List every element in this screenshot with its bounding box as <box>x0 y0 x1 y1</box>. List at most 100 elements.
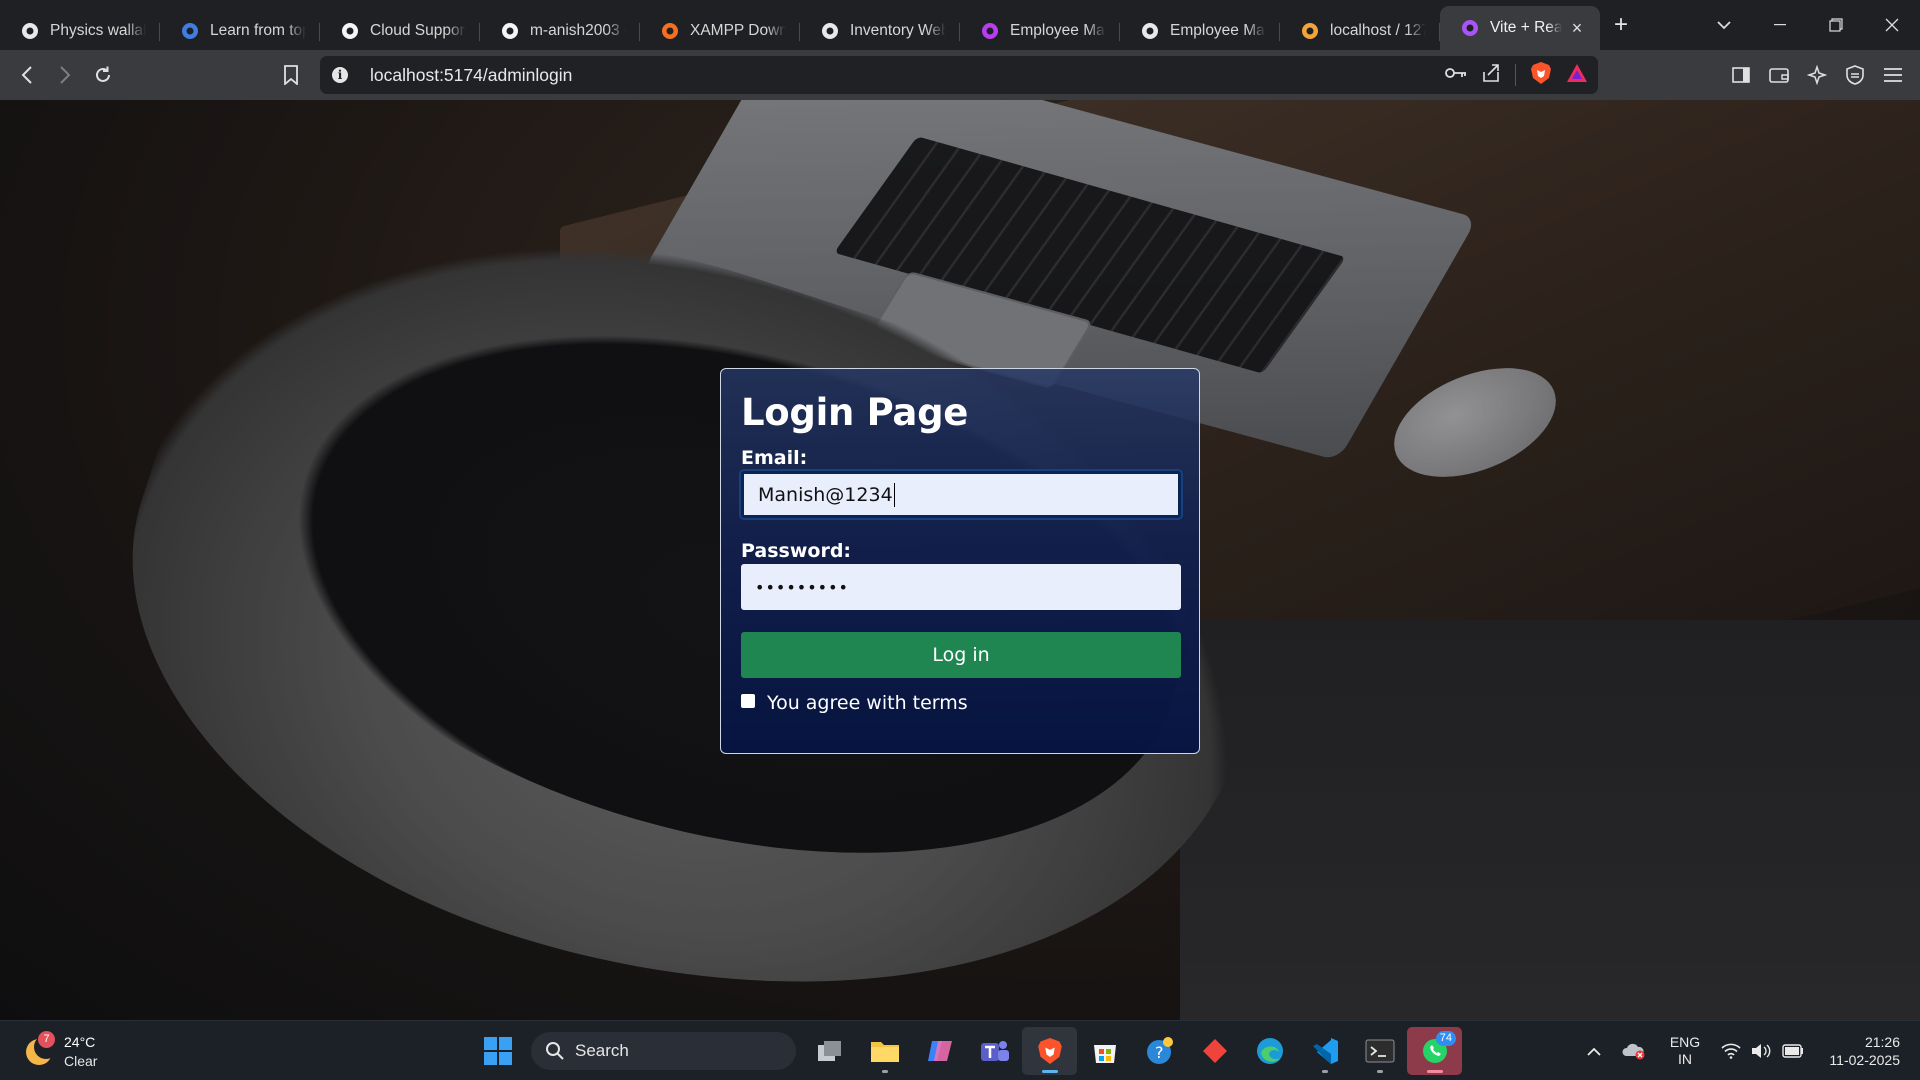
tab-title: Inventory Web <box>850 22 946 39</box>
wifi-icon[interactable] <box>1716 1021 1746 1080</box>
email-label: Email: <box>741 447 808 469</box>
login-button[interactable]: Log in <box>741 632 1181 678</box>
start-button[interactable] <box>470 1027 525 1075</box>
xampp-icon <box>660 21 680 41</box>
tab-title: Cloud Support <box>370 22 466 39</box>
show-hidden-icons-chevron-icon[interactable] <box>1574 1021 1614 1080</box>
taskbar-search[interactable]: Search <box>531 1032 796 1070</box>
taskbar: 7 24°C Clear Search ? 74 ENG IN 21:26 11… <box>0 1020 1920 1080</box>
tab-title: Employee Man <box>1170 22 1266 39</box>
amazon-icon <box>340 21 360 41</box>
tab-6[interactable]: Inventory Web <box>800 12 960 50</box>
url-text[interactable]: localhost:5174/adminlogin <box>370 65 572 86</box>
minimize-button[interactable] <box>1752 0 1808 50</box>
microsoft-store-icon[interactable] <box>1077 1027 1132 1075</box>
bookmark-icon[interactable] <box>272 56 310 94</box>
battery-icon[interactable] <box>1776 1021 1810 1080</box>
tab-1[interactable]: Physics wallah | <box>0 12 160 50</box>
browser-toolbar: i localhost:5174/adminlogin <box>0 50 1920 100</box>
physics-wallah-icon <box>20 21 40 41</box>
openai-icon <box>820 21 840 41</box>
tab-7[interactable]: Employee Man <box>960 12 1120 50</box>
edge-icon[interactable] <box>1242 1027 1297 1075</box>
copilot-icon[interactable] <box>912 1027 967 1075</box>
weather-temperature: 24°C <box>64 1034 96 1050</box>
page-title: Login Page <box>741 391 969 434</box>
brave-shields-icon[interactable] <box>1530 61 1552 90</box>
language-code: ENG <box>1669 1034 1701 1050</box>
brave-browser-icon[interactable] <box>1022 1027 1077 1075</box>
tab-search-chevron-icon[interactable] <box>1696 0 1752 50</box>
learn-platform-icon <box>180 21 200 41</box>
tab-9[interactable]: localhost / 127 <box>1280 12 1440 50</box>
region-code: IN <box>1678 1051 1692 1067</box>
password-key-icon[interactable] <box>1445 66 1467 85</box>
tab-title: Physics wallah | <box>50 22 146 39</box>
employee-app-icon <box>980 21 1000 41</box>
tab-title: Employee Man <box>1010 22 1106 39</box>
teams-icon[interactable] <box>967 1027 1022 1075</box>
tab-title: Vite + Rea <box>1490 19 1562 36</box>
search-label: Search <box>575 1041 629 1060</box>
close-tab-icon[interactable]: × <box>1568 19 1586 37</box>
volume-icon[interactable] <box>1746 1021 1776 1080</box>
taskbar-apps: Search ? 74 <box>470 1021 1462 1080</box>
password-field[interactable]: ••••••••• <box>741 564 1181 610</box>
terminal-icon[interactable] <box>1352 1027 1407 1075</box>
tab-list: Physics wallah | Learn from top Cloud Supp… <box>0 0 1600 50</box>
file-explorer-icon[interactable] <box>857 1027 912 1075</box>
whatsapp-icon[interactable]: 74 <box>1407 1027 1462 1075</box>
tab-2[interactable]: Learn from top <box>160 12 320 50</box>
wallet-icon[interactable] <box>1760 56 1798 94</box>
menu-hamburger-icon[interactable] <box>1874 56 1912 94</box>
terms-checkbox[interactable] <box>741 694 755 708</box>
task-view-icon[interactable] <box>802 1027 857 1075</box>
page-viewport: Login Page Email: Manish@1234 Password: … <box>0 100 1920 1020</box>
address-bar[interactable]: i localhost:5174/adminlogin <box>320 56 1598 94</box>
text-caret <box>893 482 895 507</box>
brave-rewards-icon[interactable] <box>1566 63 1588 88</box>
language-indicator[interactable]: ENG IN <box>1654 1021 1716 1080</box>
clock-time: 21:26 <box>1864 1034 1900 1050</box>
leo-ai-icon[interactable] <box>1798 56 1836 94</box>
clock[interactable]: 21:26 11-02-2025 <box>1810 1021 1920 1080</box>
restore-button[interactable] <box>1808 0 1864 50</box>
email-value: Manish@1234 <box>758 483 893 506</box>
tab-title: Learn from top <box>210 22 306 39</box>
sidebar-icon[interactable] <box>1722 56 1760 94</box>
terms-label[interactable]: You agree with terms <box>767 692 968 714</box>
onedrive-error-icon[interactable] <box>1614 1021 1654 1080</box>
close-window-button[interactable] <box>1864 0 1920 50</box>
weather-condition: Clear <box>64 1053 98 1069</box>
anydesk-icon[interactable] <box>1187 1027 1242 1075</box>
tab-10[interactable]: Vite + Rea × <box>1440 6 1600 50</box>
whatsapp-badge: 74 <box>1435 1031 1456 1046</box>
omnibox-divider <box>1515 64 1516 86</box>
new-tab-button[interactable]: + <box>1600 6 1642 44</box>
tab-4[interactable]: m-anish2003 ( <box>480 12 640 50</box>
tab-title: localhost / 127 <box>1330 22 1426 39</box>
omnibox-actions <box>1445 56 1588 94</box>
site-info-icon[interactable]: i <box>332 67 348 83</box>
tab-3[interactable]: Cloud Support <box>320 12 480 50</box>
reload-icon[interactable] <box>84 56 122 94</box>
tab-5[interactable]: XAMPP Downlo <box>640 12 800 50</box>
password-label: Password: <box>741 540 852 562</box>
email-field[interactable]: Manish@1234 <box>741 471 1181 518</box>
terms-row: You agree with terms <box>741 692 1179 714</box>
vpn-shield-icon[interactable] <box>1836 56 1874 94</box>
github-icon <box>500 21 520 41</box>
phpmyadmin-icon <box>1300 21 1320 41</box>
get-help-icon[interactable]: ? <box>1132 1027 1187 1075</box>
vite-icon <box>1460 18 1480 38</box>
browser-tab-strip: Physics wallah | Learn from top Cloud Supp… <box>0 0 1920 50</box>
password-value: ••••••••• <box>755 577 849 597</box>
vscode-icon[interactable] <box>1297 1027 1352 1075</box>
tab-8[interactable]: Employee Man <box>1120 12 1280 50</box>
login-card: Login Page Email: Manish@1234 Password: … <box>720 368 1200 754</box>
share-icon[interactable] <box>1481 63 1501 88</box>
system-tray: ENG IN 21:26 11-02-2025 <box>1574 1021 1920 1080</box>
forward-arrow-icon[interactable] <box>46 56 84 94</box>
back-arrow-icon[interactable] <box>8 56 46 94</box>
weather-widget[interactable]: 7 24°C Clear <box>22 1029 112 1073</box>
